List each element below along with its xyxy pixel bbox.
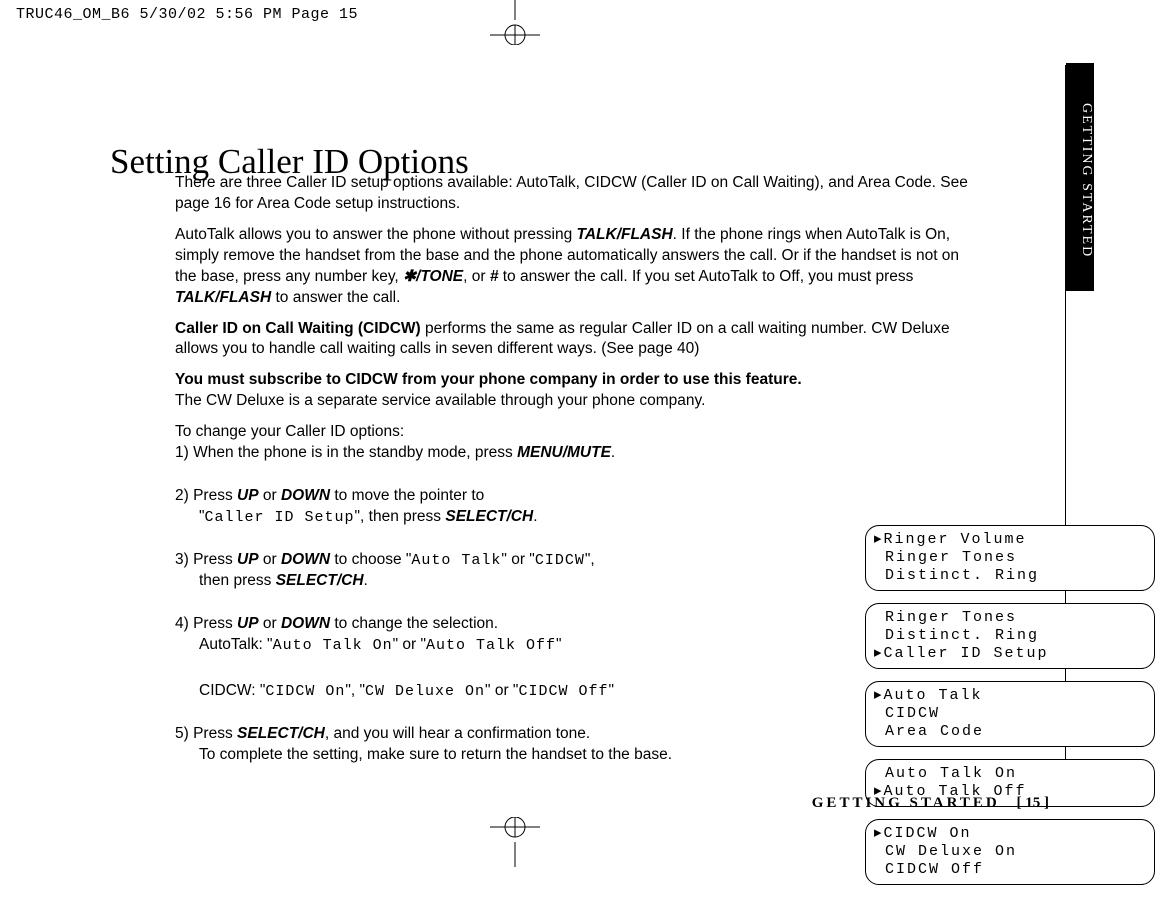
text: to answer the call. If you set AutoTalk …	[498, 268, 913, 285]
key-up: UP	[237, 551, 259, 568]
text: or	[259, 551, 281, 568]
subscribe-para: You must subscribe to CIDCW from your ph…	[175, 370, 975, 412]
text: ",	[585, 551, 595, 568]
text: " or "	[501, 551, 534, 568]
lcd-row: Auto Talk On	[874, 765, 1144, 783]
text: AutoTalk: "	[199, 636, 273, 653]
text: 4) Press	[175, 615, 237, 632]
page-number: [ 15 ]	[1017, 795, 1050, 811]
cropmark-top	[475, 0, 555, 45]
autotalk-para: AutoTalk allows you to answer the phone …	[175, 225, 975, 309]
lcd-row: CW Deluxe On	[874, 843, 1144, 861]
step-4: 4) Press UP or DOWN to change the select…	[175, 614, 675, 701]
lcd-row: Ringer Tones	[874, 549, 1144, 567]
text: or	[259, 615, 281, 632]
key-select-ch: SELECT/CH	[445, 508, 533, 525]
lcd-text: CIDCW On	[265, 683, 345, 700]
lcd-row: ▸Ringer Volume	[874, 531, 1144, 549]
step-4-line2: AutoTalk: "Auto Talk On" or "Auto Talk O…	[175, 635, 675, 656]
lcd-text: Caller ID Setup	[205, 509, 355, 526]
text: , and you will hear a confirmation tone.	[325, 725, 590, 742]
key-select-ch: SELECT/CH	[237, 725, 325, 742]
lcd-row: ▸Caller ID Setup	[874, 645, 1144, 663]
step-2: 2) Press UP or DOWN to move the pointer …	[175, 486, 675, 528]
step-2-line2: "Caller ID Setup", then press SELECT/CH.	[175, 507, 675, 528]
text: 2) Press	[175, 487, 237, 504]
text: to choose "	[330, 551, 411, 568]
steps-list: To change your Caller ID options: 1) Whe…	[175, 422, 975, 765]
lcd-text: CW Deluxe On	[365, 683, 485, 700]
lcd-screenshots: ▸Ringer Volume Ringer Tones Distinct. Ri…	[865, 525, 1155, 897]
lcd-screen-1: ▸Ringer Volume Ringer Tones Distinct. Ri…	[865, 525, 1155, 591]
text: to answer the call.	[271, 289, 400, 306]
key-down: DOWN	[281, 551, 330, 568]
lcd-row: ▸Auto Talk	[874, 687, 1144, 705]
lcd-screen-5: ▸CIDCW On CW Deluxe On CIDCW Off	[865, 819, 1155, 885]
lcd-row: Distinct. Ring	[874, 567, 1144, 585]
text: AutoTalk allows you to answer the phone …	[175, 226, 577, 243]
text: 3) Press	[175, 551, 237, 568]
lcd-row: ▸CIDCW On	[874, 825, 1144, 843]
step-5: 5) Press SELECT/CH, and you will hear a …	[175, 724, 875, 766]
print-header: TRUC46_OM_B6 5/30/02 5:56 PM Page 15	[16, 6, 358, 23]
text: to move the pointer to	[330, 487, 484, 504]
cidcw-para: Caller ID on Call Waiting (CIDCW) perfor…	[175, 319, 975, 361]
lcd-text: CIDCW	[535, 552, 585, 569]
step-3: 3) Press UP or DOWN to choose "Auto Talk…	[175, 550, 675, 592]
text: " or "	[393, 636, 426, 653]
lcd-text: Auto Talk Off	[426, 637, 556, 654]
text: "	[556, 636, 562, 653]
text: .	[364, 572, 368, 589]
lcd-row: Distinct. Ring	[874, 627, 1144, 645]
lcd-screen-2: Ringer Tones Distinct. Ring▸Caller ID Se…	[865, 603, 1155, 669]
lcd-row: CIDCW Off	[874, 861, 1144, 879]
lcd-text: Auto Talk On	[273, 637, 393, 654]
key-menu-mute: MENU/MUTE	[517, 444, 611, 461]
lcd-row: CIDCW	[874, 705, 1144, 723]
text: " or "	[485, 682, 518, 699]
text: 5) Press	[175, 725, 237, 742]
key-up: UP	[237, 615, 259, 632]
step-5-line2: To complete the setting, make sure to re…	[175, 745, 875, 766]
text: "	[608, 682, 614, 699]
text: CIDCW: "	[199, 682, 265, 699]
key-up: UP	[237, 487, 259, 504]
cidcw-label: Caller ID on Call Waiting (CIDCW)	[175, 320, 421, 337]
intro-para: There are three Caller ID setup options …	[175, 173, 975, 215]
text: then press	[199, 572, 276, 589]
page-footer: GETTING STARTED [ 15 ]	[812, 795, 1049, 812]
key-down: DOWN	[281, 615, 330, 632]
subscribe-bold: You must subscribe to CIDCW from your ph…	[175, 371, 802, 388]
text: to change the selection.	[330, 615, 498, 632]
page-body: GETTING STARTED Setting Caller ID Option…	[0, 45, 1164, 862]
text: The CW Deluxe is a separate service avai…	[175, 392, 705, 409]
key-down: DOWN	[281, 487, 330, 504]
key-talkflash: TALK/FLASH	[577, 226, 673, 243]
text: , or	[463, 268, 490, 285]
text: ", "	[345, 682, 365, 699]
text: ", then press	[355, 508, 446, 525]
steps-intro: To change your Caller ID options:	[175, 422, 975, 443]
key-talkflash: TALK/FLASH	[175, 289, 271, 306]
step-4-line3: CIDCW: "CIDCW On", "CW Deluxe On" or "CI…	[175, 681, 675, 702]
footer-section: GETTING STARTED	[812, 795, 1000, 811]
section-tab: GETTING STARTED	[1066, 63, 1094, 291]
body-column: There are three Caller ID setup options …	[175, 173, 975, 788]
text: .	[533, 508, 537, 525]
lcd-row: Area Code	[874, 723, 1144, 741]
lcd-screen-3: ▸Auto Talk CIDCW Area Code	[865, 681, 1155, 747]
key-select-ch: SELECT/CH	[276, 572, 364, 589]
lcd-text: CIDCW Off	[518, 683, 608, 700]
key-star-tone: ✱/TONE	[403, 268, 463, 285]
text: or	[259, 487, 281, 504]
step-1: 1) When the phone is in the standby mode…	[175, 443, 675, 464]
text: 1) When the phone is in the standby mode…	[175, 444, 517, 461]
text: .	[611, 444, 615, 461]
lcd-text: Auto Talk	[411, 552, 501, 569]
step-3-line2: then press SELECT/CH.	[175, 571, 675, 592]
lcd-row: Ringer Tones	[874, 609, 1144, 627]
